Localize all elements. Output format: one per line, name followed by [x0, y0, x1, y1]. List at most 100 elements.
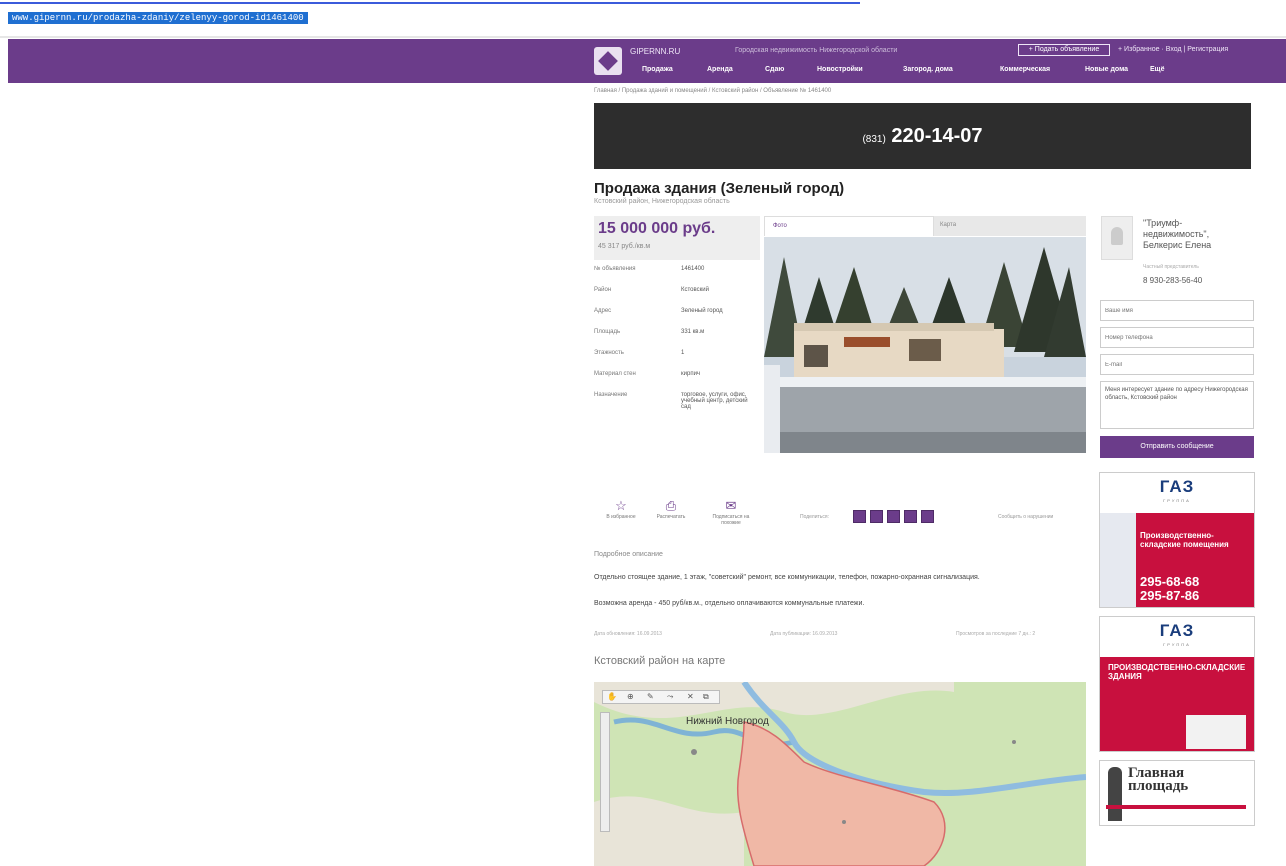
share-label: Поделиться: [800, 514, 829, 520]
page-title: Продажа здания (Зеленый город) [594, 180, 845, 197]
property-key: Адрес [594, 308, 612, 314]
district-map[interactable]: ✋ ⊕ ✎ ⤳ ✕ ⧉ Нижний Новгород [594, 682, 1086, 866]
map-city-label: Нижний Новгород [686, 716, 769, 727]
send-message-button[interactable]: Отправить сообщение [1100, 436, 1254, 458]
map-zoom-icon[interactable]: ⊕ [627, 692, 634, 701]
district-map-image [594, 682, 1086, 866]
description-text: Отдельно стоящее здание, 1 этаж, "советс… [594, 574, 980, 581]
browser-top-strip: www.gipernn.ru/prodazha-zdaniy/zelenyy-g… [0, 0, 1286, 38]
breadcrumb[interactable]: Главная / Продажа зданий и помещений / К… [594, 88, 831, 94]
tab-map[interactable]: Карта [940, 222, 956, 228]
ad-gaz-1[interactable]: ГАЗ ГРУППА Производственно-складские пом… [1099, 472, 1255, 608]
property-value: 331 кв.м [681, 329, 705, 335]
tab-photo[interactable]: Фото [764, 216, 934, 236]
property-value: 1461400 [681, 266, 705, 272]
site-slogan: Городская недвижимость Нижегородской обл… [735, 47, 898, 54]
share-odnoklassniki-icon[interactable] [904, 510, 917, 523]
add-to-favorites-button[interactable]: ☆ В избранное [596, 498, 646, 520]
envelope-icon: ✉ [725, 498, 737, 513]
selected-url[interactable]: www.gipernn.ru/prodazha-zdaniy/zelenyy-g… [8, 12, 308, 24]
print-button[interactable]: ⎙ Распечатать [646, 498, 696, 520]
report-link[interactable]: Сообщить о нарушении [998, 514, 1053, 520]
auth-links[interactable]: + Избранное · Вход | Регистрация [1118, 46, 1228, 53]
ad-phone: 295-87-86 [1140, 588, 1200, 603]
gaz-subtitle: ГРУППА [1163, 642, 1191, 647]
message-field[interactable]: Меня интересует здание по адресу Нижегор… [1100, 381, 1254, 429]
name-field[interactable] [1100, 300, 1254, 321]
site-logo-icon[interactable] [594, 47, 622, 75]
page-subtitle: Кстовский район, Нижегородская область [594, 198, 730, 205]
gaz-subtitle: ГРУППА [1163, 498, 1191, 503]
views-count: Просмотров за последние 7 дн.: 2 [956, 631, 1036, 637]
action-label: Распечатать [656, 514, 686, 520]
property-value: торговое, услуги, офис, учебный центр, д… [681, 392, 748, 410]
agent-role: Частный представитель [1143, 264, 1199, 270]
gaz-logo: ГАЗ [1159, 477, 1195, 496]
property-key: Район [594, 287, 612, 293]
ad-strip [1106, 805, 1246, 809]
ad-building-image [1186, 715, 1246, 749]
main-nav: Продажа Аренда Сдаю Новостройки Загород.… [642, 66, 1180, 73]
agent-phone[interactable]: 8 930-283-56-40 [1143, 276, 1202, 285]
share-vk-icon[interactable] [853, 510, 866, 523]
phone-field[interactable] [1100, 327, 1254, 348]
property-value: 1 [681, 350, 685, 356]
map-close-icon[interactable]: ✕ [687, 692, 694, 701]
nav-item-country[interactable]: Загород. дома [903, 66, 1000, 73]
nav-item-new-houses[interactable]: Новые дома [1085, 66, 1150, 73]
nav-item-newbuild[interactable]: Новостройки [817, 66, 903, 73]
printer-icon: ⎙ [665, 498, 677, 513]
price: 15 000 000 руб. [598, 220, 716, 237]
ad-phone: 295-68-68 [1140, 574, 1200, 589]
gaz-logo: ГАЗ [1159, 621, 1195, 640]
share-twitter-icon[interactable] [887, 510, 900, 523]
ad-red-panel: Производственно-складские помещения 295-… [1100, 513, 1254, 607]
property-row: Адрес Зеленый город [594, 308, 760, 329]
ad-square[interactable]: Главная площадь [1099, 760, 1255, 826]
property-value: Зеленый город [681, 308, 723, 314]
agent-avatar [1101, 216, 1133, 260]
map-hand-icon[interactable]: ✋ [607, 692, 617, 701]
description-heading: Подробное описание [594, 551, 663, 558]
share-mailru-icon[interactable] [921, 510, 934, 523]
property-key: Этажность [594, 350, 624, 356]
subscribe-button[interactable]: ✉ Подписаться на похожие [706, 498, 756, 526]
site-name[interactable]: GIPERNN.RU [630, 47, 680, 56]
page-top-link[interactable] [0, 0, 860, 4]
ad-gaz-2[interactable]: ГАЗ ГРУППА ПРОИЗВОДСТВЕННО-СКЛАДСКИЕ ЗДА… [1099, 616, 1255, 752]
agent-name[interactable]: "Триумф-недвижимость", Белкерис Елена [1143, 218, 1243, 251]
property-row: Площадь 331 кв.м [594, 329, 760, 350]
map-route-icon[interactable]: ⤳ [667, 692, 673, 702]
nav-item-rent[interactable]: Аренда [707, 66, 765, 73]
nav-item-let[interactable]: Сдаю [765, 66, 817, 73]
top-divider [0, 36, 1286, 38]
property-value: кирпич [681, 371, 701, 377]
action-label: В избранное [606, 514, 636, 520]
price-box: 15 000 000 руб. 45 317 руб./кв.м [594, 216, 760, 260]
email-field[interactable] [1100, 354, 1254, 375]
phone-banner[interactable]: (831) 220-14-07 [594, 103, 1251, 169]
nav-item-sale[interactable]: Продажа [642, 66, 707, 73]
property-row: Назначение торговое, услуги, офис, учебны… [594, 392, 760, 448]
property-value: Кстовский [681, 287, 709, 293]
map-layers-icon[interactable]: ⧉ [703, 692, 709, 702]
banner-phone-code: (831) [862, 134, 886, 145]
property-row: Район Кстовский [594, 287, 760, 308]
nav-item-more[interactable]: Ещё [1150, 66, 1180, 73]
property-list: № объявления 1461400 Район Кстовский Адрес… [594, 266, 760, 448]
map-toolbar: ✋ ⊕ ✎ ⤳ ✕ ⧉ [602, 690, 720, 704]
ad-red-panel: ПРОИЗВОДСТВЕННО-СКЛАДСКИЕ ЗДАНИЯ [1100, 657, 1254, 751]
map-zoom-slider[interactable] [600, 712, 610, 832]
price-per-sqm: 45 317 руб./кв.м [598, 243, 651, 250]
listing-photo[interactable] [764, 237, 1086, 453]
action-label: Подписаться на похожие [712, 514, 750, 526]
ad-text: Производственно-складские помещения [1140, 531, 1229, 549]
map-ruler-icon[interactable]: ✎ [647, 692, 654, 701]
figure-image [1108, 767, 1122, 821]
share-facebook-icon[interactable] [870, 510, 883, 523]
ad-building-image [1100, 513, 1136, 607]
property-row: Этажность 1 [594, 350, 760, 371]
nav-item-commercial[interactable]: Коммерческая [1000, 66, 1085, 73]
add-ad-button[interactable]: + Подать объявление [1018, 44, 1110, 56]
ad-square-title: Главная площадь [1128, 765, 1189, 794]
